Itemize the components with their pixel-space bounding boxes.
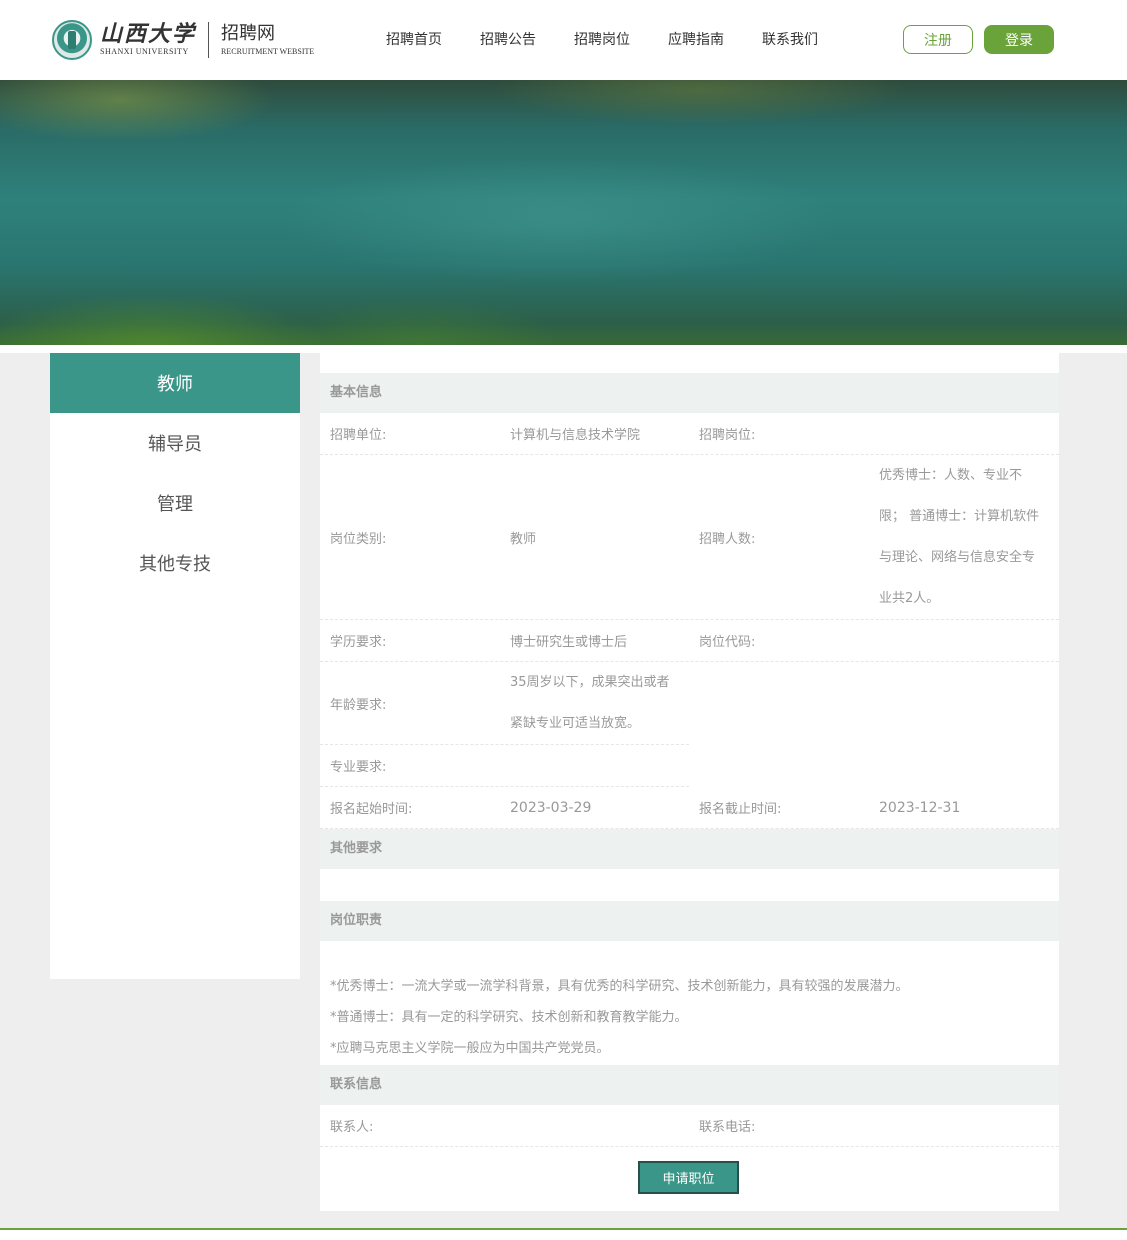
count-value: 优秀博士：人数、专业不 限； 普通博士：计算机软件 与理论、网络与信息安全专 业… (869, 455, 1059, 619)
info-row-major: 专业要求: (320, 745, 689, 787)
count-value-line: 与理论、网络与信息安全专 (879, 550, 1036, 565)
info-row-age: 年龄要求: 35周岁以下，成果突出或者 紧缺专业可适当放宽。 (320, 662, 689, 745)
sidebar-item-management[interactable]: 管理 (50, 473, 300, 533)
section-basic-info-title: 基本信息 (320, 373, 1059, 413)
position-detail-panel: 基本信息 招聘单位: 计算机与信息技术学院 招聘岗位: 岗位类别: 教师 招聘人… (320, 353, 1059, 1211)
sidebar-item-other-technical[interactable]: 其他专技 (50, 533, 300, 593)
count-value-line: 业共2人。 (879, 591, 940, 606)
code-value (869, 620, 879, 661)
banner-divider (0, 345, 1127, 353)
section-other-requirements-title: 其他要求 (320, 829, 1059, 869)
logo-divider (208, 22, 210, 58)
major-label: 专业要求: (330, 760, 387, 775)
section-contact-title: 联系信息 (320, 1065, 1059, 1105)
contact-person-value (500, 1105, 510, 1146)
nav-guide[interactable]: 应聘指南 (652, 0, 740, 80)
code-label: 岗位代码: (699, 635, 756, 650)
university-name-en: SHANXI UNIVERSITY (100, 47, 189, 56)
site-footer (0, 1230, 1127, 1240)
university-name: 山西大学 SHANXI UNIVERSITY (100, 22, 196, 58)
university-seal-icon (52, 20, 92, 60)
contact-person-label: 联系人: (330, 1120, 374, 1135)
post-label: 招聘岗位: (699, 428, 756, 443)
duty-line: *优秀博士：一流大学或一流学科背景，具有优秀的科学研究、技术创新能力，具有较强的… (330, 979, 909, 994)
start-date-value: 2023-03-29 (510, 799, 592, 816)
info-row-category: 岗位类别: 教师 招聘人数: 优秀博士：人数、专业不 限； 普通博士：计算机软件… (320, 455, 1059, 620)
site-header: 山西大学 SHANXI UNIVERSITY 招聘网 RECRUITMENT W… (0, 0, 1127, 80)
contact-phone-label: 联系电话: (699, 1120, 756, 1135)
unit-value: 计算机与信息技术学院 (510, 428, 641, 443)
contact-phone-value (869, 1105, 879, 1146)
nav-contact[interactable]: 联系我们 (746, 0, 834, 80)
site-name-en: RECRUITMENT WEBSITE (221, 47, 315, 56)
duty-line: *普通博士：具有一定的科学研究、技术创新和教育教学能力。 (330, 1010, 688, 1025)
nav-home[interactable]: 招聘首页 (370, 0, 458, 80)
end-date-value: 2023-12-31 (879, 799, 961, 816)
nav-announcements[interactable]: 招聘公告 (464, 0, 552, 80)
major-value (500, 745, 510, 786)
category-label: 岗位类别: (330, 531, 387, 547)
sidebar-item-counselor[interactable]: 辅导员 (50, 413, 300, 473)
info-row-dates: 报名起始时间: 2023-03-29 报名截止时间: 2023-12-31 (320, 787, 1059, 829)
nav-positions[interactable]: 招聘岗位 (558, 0, 646, 80)
info-row-education: 学历要求: 博士研究生或博士后 岗位代码: (320, 620, 1059, 662)
education-value: 博士研究生或博士后 (510, 635, 628, 650)
hero-banner-image (0, 80, 1127, 345)
university-name-cn: 山西大学 (100, 21, 197, 47)
count-label: 招聘人数: (699, 531, 756, 547)
info-row-unit: 招聘单位: 计算机与信息技术学院 招聘岗位: (320, 413, 1059, 455)
category-sidebar: 教师 辅导员 管理 其他专技 (50, 353, 300, 979)
duty-line: *应聘马克思主义学院一般应为中国共产党党员。 (330, 1041, 610, 1056)
age-value: 35周岁以下，成果突出或者 紧缺专业可适当放宽。 (500, 662, 689, 744)
age-value-line: 紧缺专业可适当放宽。 (510, 716, 641, 731)
section-duties-title: 岗位职责 (320, 901, 1059, 941)
post-value (869, 413, 879, 454)
count-value-line: 限； 普通博士：计算机软件 (879, 509, 1040, 524)
info-row-contact: 联系人: 联系电话: (320, 1105, 1059, 1147)
unit-label: 招聘单位: (330, 428, 387, 443)
site-name-cn: 招聘网 (221, 23, 276, 44)
register-button[interactable]: 注册 (903, 25, 973, 54)
count-value-line: 优秀博士：人数、专业不 (879, 468, 1023, 483)
end-date-label: 报名截止时间: (699, 802, 782, 817)
age-value-line: 35周岁以下，成果突出或者 (510, 675, 670, 690)
apply-position-button[interactable]: 申请职位 (638, 1161, 739, 1194)
site-name: 招聘网 RECRUITMENT WEBSITE (221, 22, 314, 58)
sidebar-item-teacher[interactable]: 教师 (50, 353, 300, 413)
main-nav: 招聘首页 招聘公告 招聘岗位 应聘指南 联系我们 (370, 0, 840, 80)
category-value: 教师 (510, 531, 537, 547)
education-label: 学历要求: (330, 635, 387, 650)
start-date-label: 报名起始时间: (330, 802, 413, 817)
age-label: 年龄要求: (330, 697, 387, 713)
login-button[interactable]: 登录 (984, 25, 1054, 54)
site-logo[interactable]: 山西大学 SHANXI UNIVERSITY 招聘网 RECRUITMENT W… (52, 18, 314, 62)
